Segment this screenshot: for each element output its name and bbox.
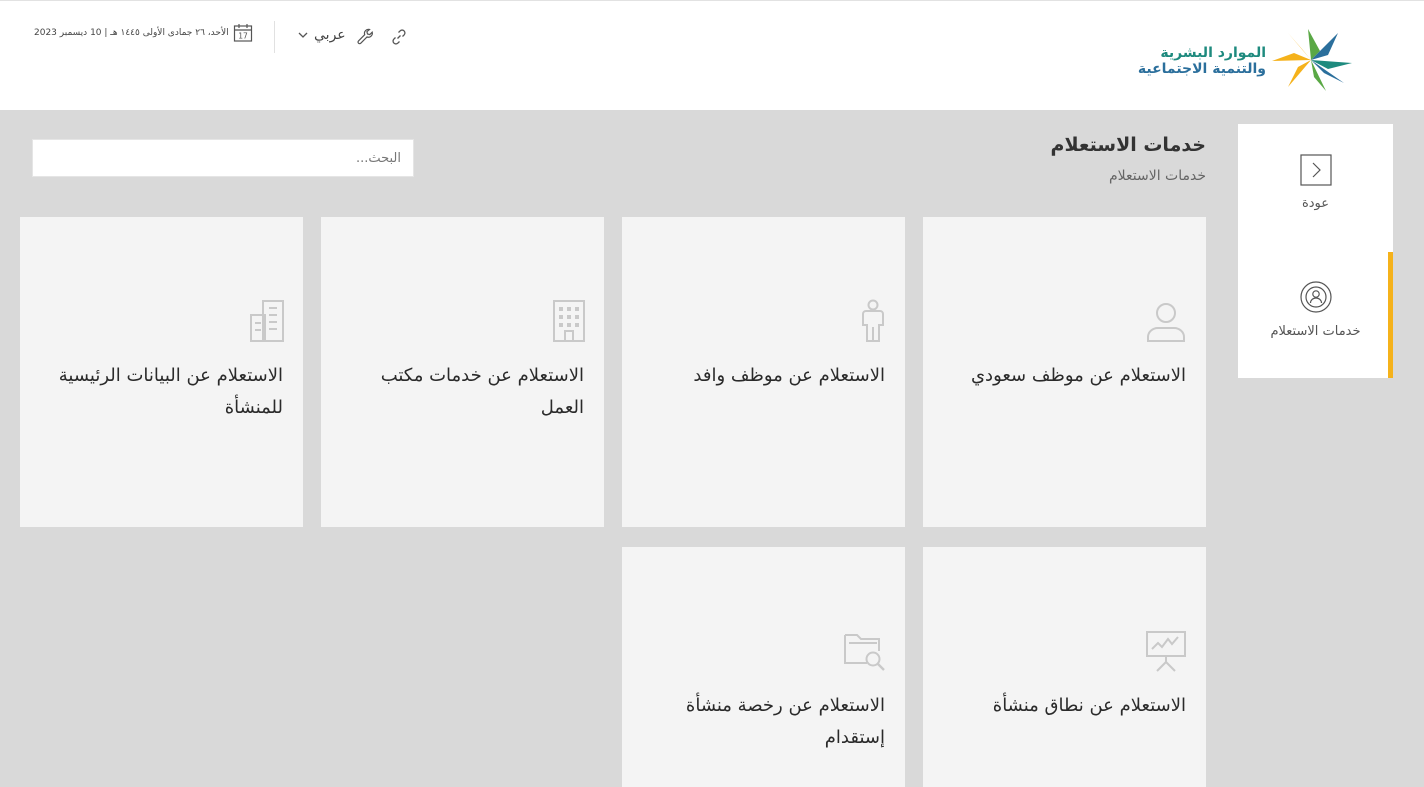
breadcrumb[interactable]: خدمات الاستعلام [1109, 168, 1206, 184]
presentation-chart-icon [1146, 631, 1186, 672]
back-button[interactable]: عودة [1238, 154, 1393, 254]
card-title: الاستعلام عن موظف سعودي [970, 365, 1186, 386]
side-navigation: عودة خدمات الاستعلام [1238, 124, 1393, 378]
card-expat-employee-inquiry[interactable]: الاستعلام عن موظف وافد [622, 217, 905, 527]
ministry-logo-icon [1272, 29, 1352, 91]
ministry-logo[interactable]: الموارد البشرية والتنمية الاجتماعية [1124, 27, 1354, 93]
wrench-icon[interactable] [356, 27, 376, 47]
card-title: الاستعلام عن رخصة منشأة إستقدام [685, 695, 885, 748]
card-establishment-main-data-inquiry[interactable]: الاستعلام عن البيانات الرئيسية للمنشأة [20, 217, 303, 527]
buildings-icon [250, 300, 284, 342]
sidebar-item-label: خدمات الاستعلام [1270, 324, 1361, 339]
card-title: الاستعلام عن خدمات مكتب العمل [380, 365, 584, 418]
chevron-down-icon [298, 32, 308, 38]
inquiry-services-icon [1299, 281, 1332, 313]
calendar-day: 17 [238, 32, 248, 41]
logo-line-2: والتنمية الاجتماعية [1137, 61, 1266, 77]
card-labor-office-services-inquiry[interactable]: الاستعلام عن خدمات مكتب العمل [321, 217, 604, 527]
toolbar-divider [274, 21, 275, 53]
office-building-icon [553, 300, 585, 342]
calendar-icon: 17 [233, 24, 253, 42]
card-establishment-range-inquiry[interactable]: الاستعلام عن نطاق منشأة [923, 547, 1206, 787]
card-title: الاستعلام عن موظف وافد [693, 365, 885, 386]
top-header: الموارد البشرية والتنمية الاجتماعية الأح… [0, 0, 1424, 110]
standing-person-icon [862, 299, 884, 342]
current-date: الأحد، ٢٦ جمادى الأولى ١٤٤٥ هـ | 10 ديسم… [34, 28, 229, 38]
card-saudi-employee-inquiry[interactable]: الاستعلام عن موظف سعودي [923, 217, 1206, 527]
folder-search-icon [844, 634, 885, 671]
card-title: الاستعلام عن البيانات الرئيسية للمنشأة [58, 365, 283, 418]
back-label: عودة [1301, 196, 1330, 211]
person-icon [1147, 303, 1185, 342]
card-recruitment-license-inquiry[interactable]: الاستعلام عن رخصة منشأة إستقدام [622, 547, 905, 787]
sidebar-item-inquiry-services[interactable]: خدمات الاستعلام [1238, 252, 1393, 378]
logo-line-1: الموارد البشرية [1160, 45, 1266, 61]
page-title: خدمات الاستعلام [1050, 134, 1206, 156]
language-selector[interactable]: عربي [298, 27, 346, 43]
ministry-logo-text: الموارد البشرية والتنمية الاجتماعية [1138, 45, 1266, 77]
language-label: عربي [314, 27, 346, 43]
link-icon[interactable] [390, 28, 408, 46]
search-box [32, 139, 414, 177]
search-input[interactable] [33, 140, 413, 176]
back-arrow-icon [1299, 154, 1332, 186]
card-title: الاستعلام عن نطاق منشأة [992, 695, 1186, 716]
